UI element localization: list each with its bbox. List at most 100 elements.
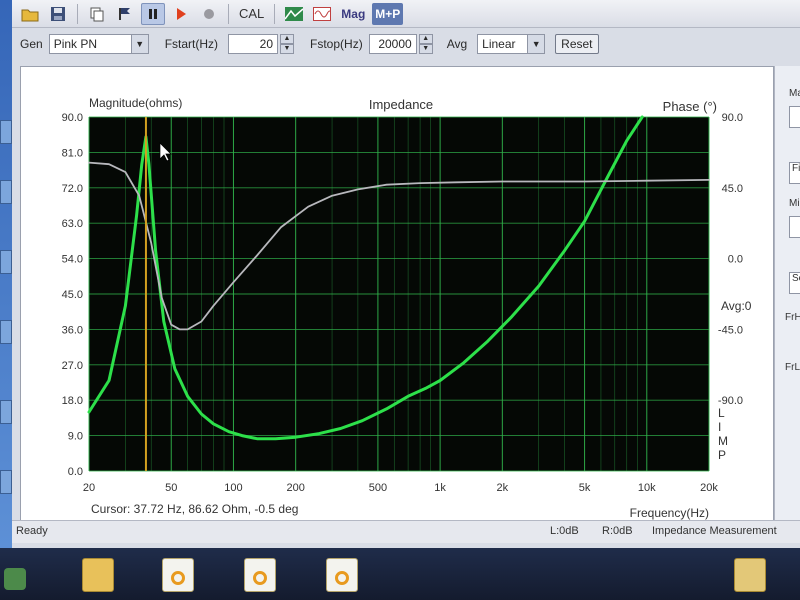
y2-tick-label: 45.0 bbox=[722, 183, 743, 195]
x-axis-label: Frequency(Hz) bbox=[630, 506, 709, 520]
y-tick-label: 45.0 bbox=[62, 289, 83, 301]
spectrum-icon[interactable] bbox=[282, 3, 306, 25]
y2-tick-label: 0.0 bbox=[728, 254, 743, 266]
waveform-icon[interactable] bbox=[310, 3, 334, 25]
generator-value: Pink PN bbox=[53, 37, 98, 51]
min-spinner[interactable] bbox=[789, 216, 800, 238]
toolbar-separator bbox=[77, 3, 78, 24]
pause-icon[interactable] bbox=[141, 2, 165, 25]
open-folder-icon[interactable] bbox=[18, 3, 42, 25]
fstart-label: Fstart(Hz) bbox=[164, 37, 219, 51]
jpg-file-icon[interactable] bbox=[244, 558, 276, 592]
generator-select[interactable]: Pink PN ▼ bbox=[48, 34, 149, 54]
x-tick-label: 2k bbox=[497, 482, 509, 494]
spin-down-icon[interactable]: ▼ bbox=[280, 44, 295, 54]
y-tick-label: 72.0 bbox=[62, 183, 83, 195]
spin-down-icon[interactable]: ▼ bbox=[418, 44, 433, 54]
fstop-label: Fstop(Hz) bbox=[310, 37, 363, 51]
y-tick-label: 54.0 bbox=[62, 254, 83, 266]
right-panel: Ma Fil Min Set FrHi FrLo bbox=[774, 66, 800, 524]
desktop-icon[interactable] bbox=[0, 320, 12, 344]
desktop-icon[interactable] bbox=[0, 120, 12, 144]
controls-bar: Gen Pink PN ▼ Fstart(Hz) 20 ▲ ▼ Fstop(Hz)… bbox=[12, 29, 800, 59]
desktop-icon[interactable] bbox=[0, 470, 12, 494]
fstart-spinner[interactable]: ▲ ▼ bbox=[280, 34, 295, 54]
side-letter: L bbox=[718, 406, 725, 420]
ma-spinner[interactable] bbox=[789, 106, 800, 128]
fstop-spinner[interactable]: ▲ ▼ bbox=[418, 34, 433, 54]
cursor-readout: Cursor: 37.72 Hz, 86.62 Ohm, -0.5 deg bbox=[91, 502, 298, 516]
calibrate-button[interactable]: CAL bbox=[236, 3, 267, 25]
status-ready: Ready bbox=[16, 525, 48, 537]
reset-button[interactable]: Reset bbox=[555, 34, 599, 54]
y-axis-label: Magnitude(ohms) bbox=[89, 96, 182, 110]
desktop-icon[interactable] bbox=[0, 400, 12, 424]
folder-icon[interactable] bbox=[82, 558, 114, 592]
status-left-level: L:0dB bbox=[550, 525, 579, 537]
gen-label: Gen bbox=[20, 37, 43, 51]
desktop-edge bbox=[0, 0, 12, 548]
status-right-level: R:0dB bbox=[602, 525, 633, 537]
averaging-select[interactable]: Linear ▼ bbox=[477, 34, 546, 54]
set-label: Set bbox=[792, 273, 800, 284]
avg-readout: Avg:0 bbox=[721, 299, 752, 313]
save-icon[interactable] bbox=[46, 3, 70, 25]
x-tick-label: 1k bbox=[434, 482, 446, 494]
chevron-down-icon[interactable]: ▼ bbox=[527, 35, 545, 53]
filter-label: Fil bbox=[792, 163, 800, 174]
play-icon[interactable] bbox=[169, 3, 193, 25]
folder-icon[interactable] bbox=[734, 558, 766, 592]
y2-tick-label: -45.0 bbox=[718, 324, 743, 336]
chevron-down-icon[interactable]: ▼ bbox=[130, 35, 148, 53]
jpg-ring-icon bbox=[171, 571, 185, 585]
y2-axis-label: Phase (°) bbox=[663, 99, 717, 114]
magnitude-button[interactable]: Mag bbox=[338, 3, 368, 25]
y-tick-label: 63.0 bbox=[62, 218, 83, 230]
copy-icon[interactable] bbox=[85, 3, 109, 25]
x-tick-label: 20k bbox=[700, 482, 718, 494]
app-window: CAL Mag M+P Gen Pink PN ▼ Fstart(Hz) 20 … bbox=[12, 0, 800, 548]
ma-label: Ma bbox=[789, 88, 800, 99]
status-bar: Ready L:0dB R:0dB Impedance Measurement bbox=[12, 520, 800, 543]
fstop-input[interactable]: 20000 bbox=[368, 34, 417, 54]
y-tick-label: 0.0 bbox=[68, 466, 83, 478]
min-label: Min bbox=[789, 198, 800, 209]
impedance-chart[interactable]: 0.0 9.0 18.0 27.0 36.0 45.0 54.0 63.0 72.0 81.0 90… bbox=[21, 67, 773, 525]
side-letter: I bbox=[718, 420, 721, 434]
y-tick-label: 36.0 bbox=[62, 324, 83, 336]
desktop-icon[interactable] bbox=[0, 180, 12, 204]
frhi-label: FrHi bbox=[785, 312, 800, 323]
flag-icon[interactable] bbox=[113, 3, 137, 25]
taskbar bbox=[0, 548, 800, 600]
side-label: LIMP bbox=[718, 406, 728, 462]
status-mode: Impedance Measurement bbox=[652, 525, 777, 537]
filter-button[interactable]: Fil bbox=[789, 162, 800, 184]
jpg-ring-icon bbox=[335, 571, 349, 585]
y-tick-label: 90.0 bbox=[62, 112, 83, 124]
record-icon[interactable] bbox=[197, 3, 221, 25]
avg-label: Avg bbox=[446, 37, 468, 51]
y2-tick-label: 90.0 bbox=[722, 112, 743, 124]
desktop-icon[interactable] bbox=[0, 250, 12, 274]
x-tick-label: 100 bbox=[224, 482, 242, 494]
spin-up-icon[interactable]: ▲ bbox=[418, 34, 433, 44]
globe-icon[interactable] bbox=[4, 568, 26, 590]
toolbar: CAL Mag M+P bbox=[12, 0, 800, 28]
x-tick-label: 5k bbox=[579, 482, 591, 494]
toolbar-separator bbox=[228, 3, 229, 24]
jpg-ring-icon bbox=[253, 571, 267, 585]
fstart-input[interactable]: 20 bbox=[228, 34, 279, 54]
set-button[interactable]: Set bbox=[789, 272, 800, 294]
chart-panel: 0.0 9.0 18.0 27.0 36.0 45.0 54.0 63.0 72.0 81.0 90… bbox=[20, 66, 774, 526]
chart-title: Impedance bbox=[369, 97, 433, 112]
spin-up-icon[interactable]: ▲ bbox=[280, 34, 295, 44]
jpg-file-icon[interactable] bbox=[326, 558, 358, 592]
side-letter: P bbox=[718, 448, 726, 462]
x-tick-label: 500 bbox=[369, 482, 387, 494]
x-tick-label: 50 bbox=[165, 482, 177, 494]
side-letter: M bbox=[718, 434, 728, 448]
jpg-file-icon[interactable] bbox=[162, 558, 194, 592]
magnitude-phase-button[interactable]: M+P bbox=[372, 2, 404, 25]
x-tick-label: 200 bbox=[286, 482, 304, 494]
frlo-label: FrLo bbox=[785, 362, 800, 373]
